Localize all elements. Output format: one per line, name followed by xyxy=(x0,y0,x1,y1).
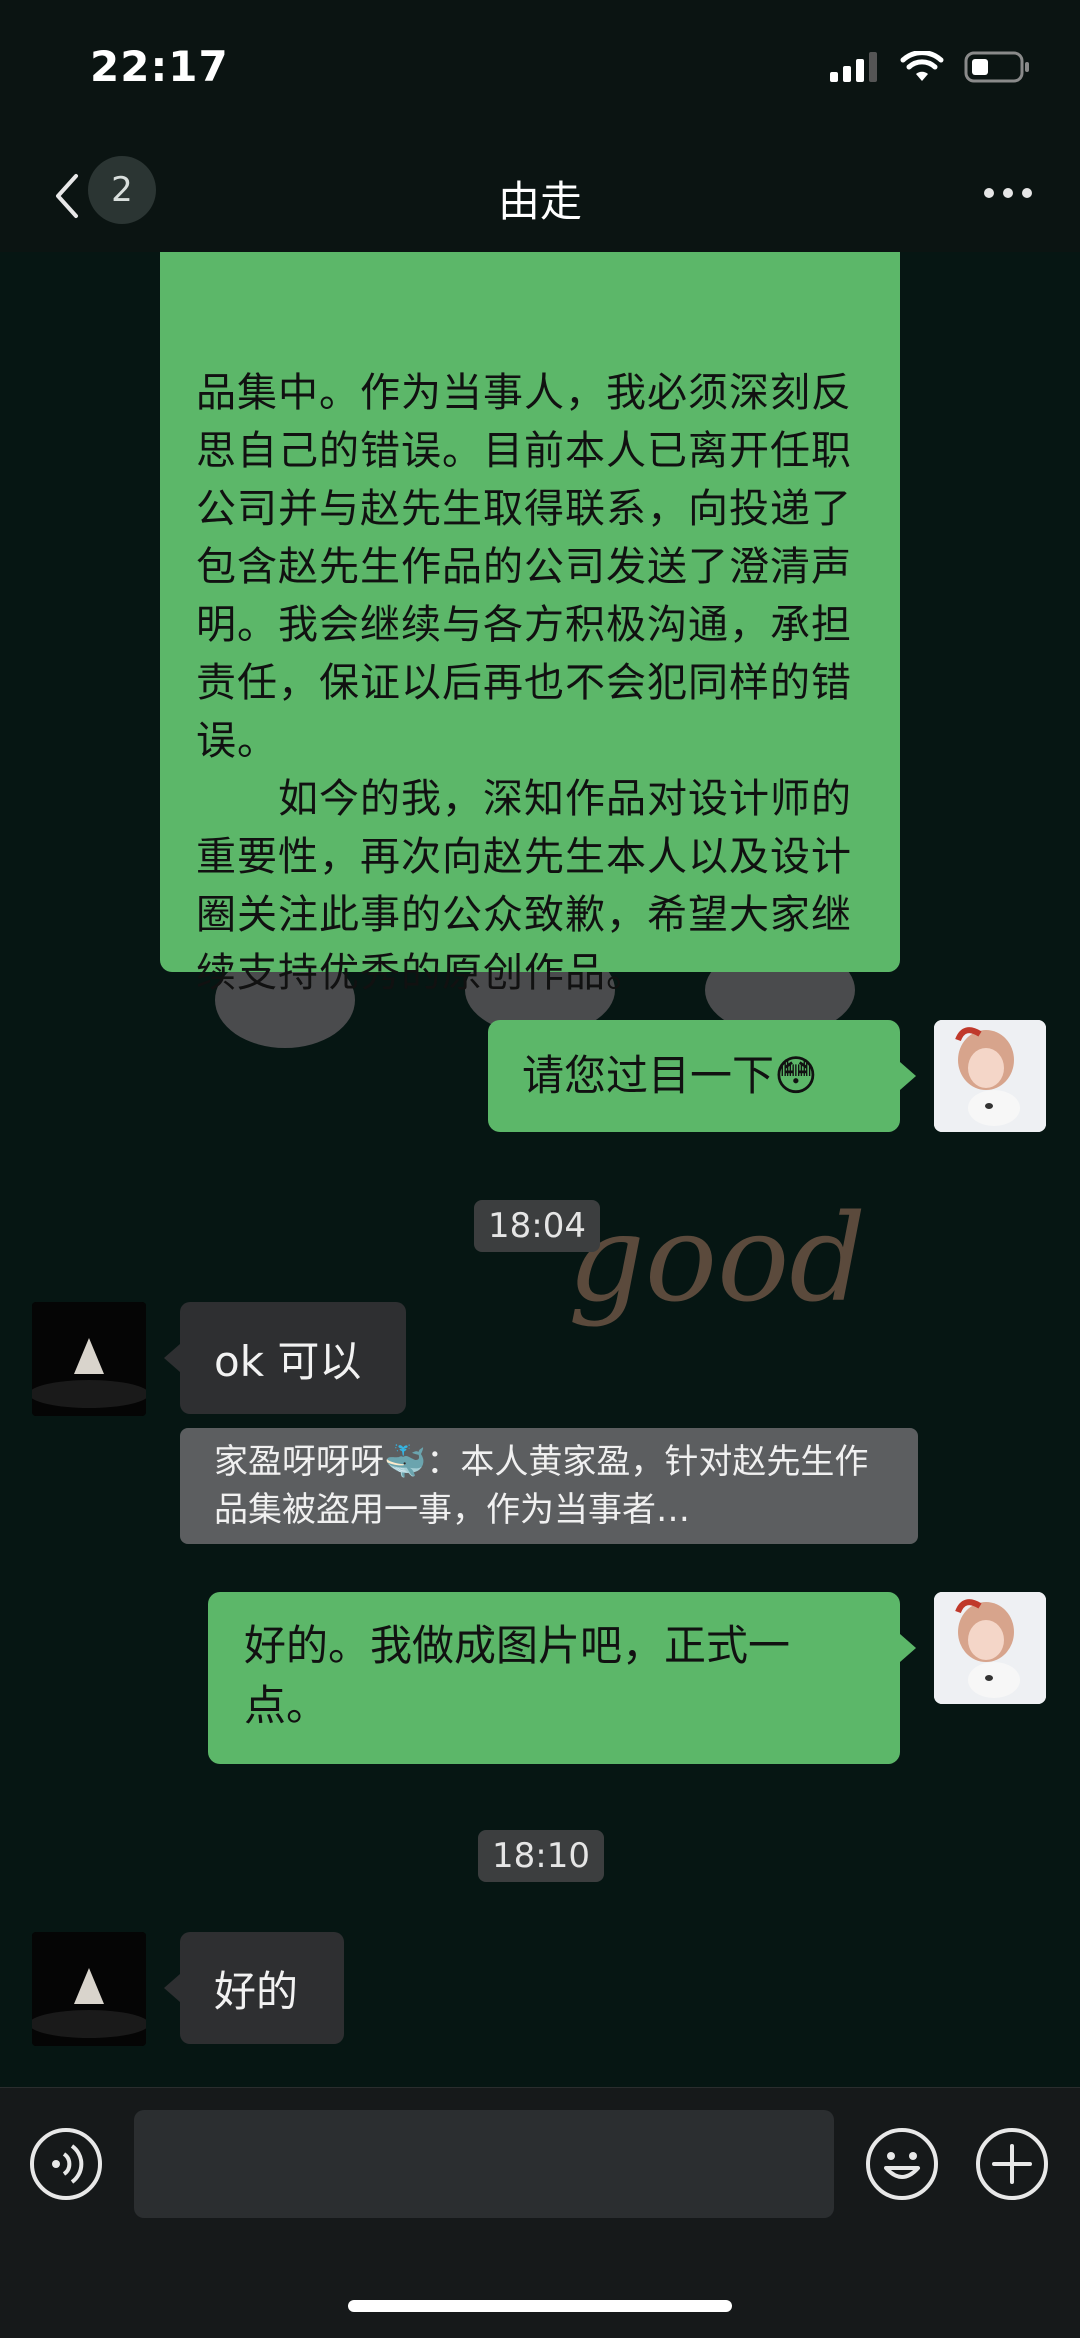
message-bubble-received[interactable]: ok 可以 xyxy=(180,1302,406,1414)
message-list[interactable]: 品集中。作为当事人，我必须深刻反思自己的错误。目前本人已离开任职公司并与赵先生取… xyxy=(0,252,1080,2087)
message-text: 好的。我做成图片吧，正式一点。 xyxy=(244,1621,791,1730)
more-options-button[interactable] xyxy=(984,188,1032,198)
message-text: ok 可以 xyxy=(214,1336,362,1386)
message-bubble-received[interactable]: 好的 xyxy=(180,1932,344,2044)
message-text: 品集中。作为当事人，我必须深刻反思自己的错误。目前本人已离开任职公司并与赵先生取… xyxy=(196,370,852,996)
contact-avatar-image xyxy=(32,1932,146,2046)
message-text: 好的 xyxy=(214,1966,299,2016)
cellular-signal-icon xyxy=(830,52,877,82)
wifi-icon xyxy=(900,51,944,81)
contact-avatar[interactable] xyxy=(32,1932,146,2046)
status-bar: 22:17 xyxy=(0,0,1080,140)
battery-icon xyxy=(964,51,1029,83)
quoted-text: 家盈呀呀呀🐳：本人黄家盈，针对赵先生作品集被盗用一事，作为当事者… xyxy=(214,1442,869,1530)
add-more-icon[interactable] xyxy=(974,2126,1050,2202)
timestamp: 18:10 xyxy=(478,1830,604,1882)
my-avatar[interactable] xyxy=(934,1592,1046,1704)
user-avatar-image xyxy=(934,1020,1046,1132)
more-dot-icon xyxy=(1022,188,1032,198)
timestamp: 18:04 xyxy=(474,1200,600,1252)
bubble-tail xyxy=(900,1634,916,1662)
status-time: 22:17 xyxy=(90,42,229,91)
user-avatar-image xyxy=(934,1592,1046,1704)
contact-avatar[interactable] xyxy=(32,1302,146,1416)
message-text: 请您过目一下😳 xyxy=(522,1051,818,1100)
quoted-message[interactable]: 家盈呀呀呀🐳：本人黄家盈，针对赵先生作品集被盗用一事，作为当事者… xyxy=(180,1428,918,1544)
message-input[interactable] xyxy=(134,2110,834,2218)
bubble-tail xyxy=(164,1974,180,2002)
more-dot-icon xyxy=(984,188,994,198)
bubble-tail xyxy=(164,1344,180,1372)
message-bubble-sent[interactable]: 品集中。作为当事人，我必须深刻反思自己的错误。目前本人已离开任职公司并与赵先生取… xyxy=(160,252,900,996)
contact-avatar-image xyxy=(32,1302,146,1416)
voice-input-icon[interactable] xyxy=(28,2126,104,2202)
emoji-icon[interactable] xyxy=(864,2126,940,2202)
chat-title: 由走 xyxy=(497,177,582,226)
my-avatar[interactable] xyxy=(934,1020,1046,1132)
more-dot-icon xyxy=(1003,188,1013,198)
bubble-tail xyxy=(900,1062,916,1090)
message-bubble-sent[interactable]: 好的。我做成图片吧，正式一点。 xyxy=(208,1592,900,1764)
home-indicator[interactable] xyxy=(348,2300,732,2312)
message-bubble-sent[interactable]: 请您过目一下😳 xyxy=(488,1020,900,1132)
